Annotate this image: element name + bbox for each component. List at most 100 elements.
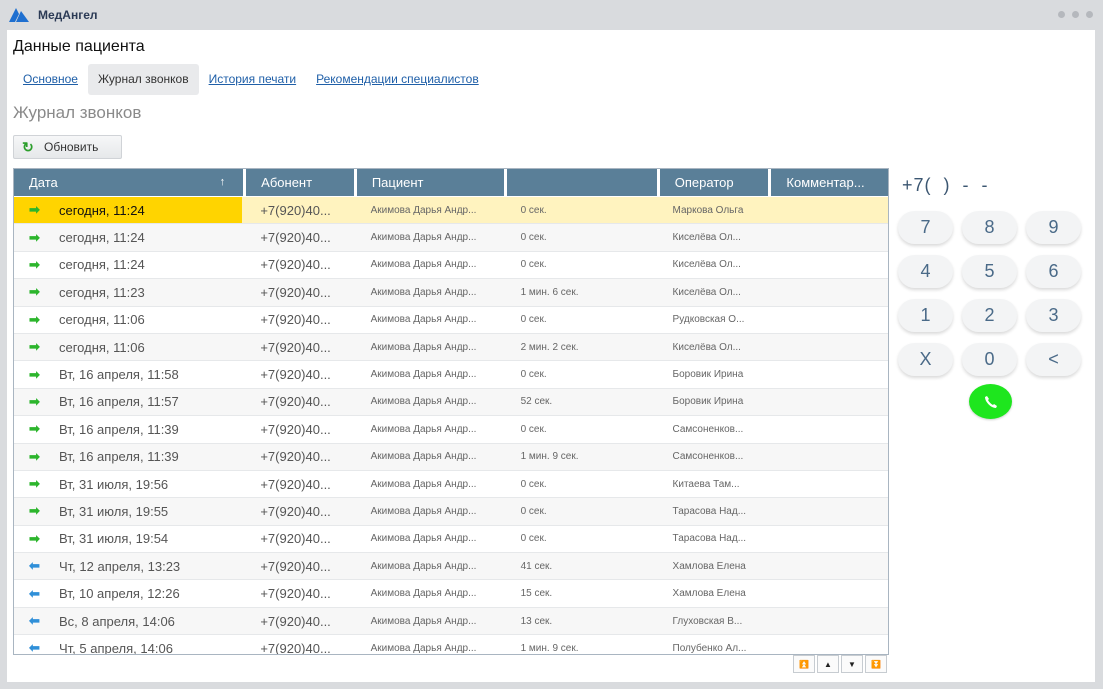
- outgoing-arrow-icon: ➡: [29, 202, 40, 218]
- table-row[interactable]: ⬅ Чт, 5 апреля, 14:06 +7(920)40... Акимова …: [14, 635, 888, 654]
- outgoing-arrow-icon: ➡: [29, 284, 40, 300]
- duration-cell: 0 сек.: [520, 423, 547, 435]
- operator-cell: Киселёва Ол...: [672, 232, 741, 244]
- tab-specialist-recommendations[interactable]: Рекомендации специалистов: [306, 64, 489, 95]
- keypad-key[interactable]: 6: [1026, 255, 1081, 288]
- operator-cell: Китаева Там...: [672, 478, 740, 490]
- patient-cell: Акимова Дарья Андр...: [370, 588, 477, 600]
- subscriber-cell: +7(920)40...: [260, 202, 331, 218]
- outgoing-arrow-icon: ➡: [29, 448, 40, 464]
- operator-cell: Боровик Ирина: [672, 396, 744, 408]
- table-row[interactable]: ➡ Вт, 16 апреля, 11:39 +7(920)40... Акимова…: [14, 443, 888, 471]
- comment-cell: [769, 279, 885, 305]
- column-header-comment[interactable]: Комментар...: [771, 169, 888, 196]
- keypad-key[interactable]: 2: [962, 299, 1017, 332]
- table-row[interactable]: ➡ Вт, 31 июля, 19:56 +7(920)40... Акимова Д…: [14, 470, 888, 499]
- keypad-key[interactable]: 5: [962, 255, 1017, 288]
- duration-cell: 0 сек.: [520, 369, 547, 381]
- operator-cell: Полубенко Ал...: [672, 642, 747, 654]
- table-row[interactable]: ➡ Вт, 16 апреля, 11:39 +7(920)40... Акимова…: [14, 416, 888, 444]
- table-row[interactable]: ➡ сегодня, 11:24 +7(920)40... Акимова Дарья…: [14, 251, 888, 280]
- tab-call-log[interactable]: Журнал звонков: [87, 64, 199, 95]
- operator-cell: Рудковская О...: [672, 314, 745, 326]
- column-header-date[interactable]: Дата ↑: [14, 169, 244, 196]
- last-page-icon[interactable]: ⏬: [865, 655, 887, 673]
- patient-cell: Акимова Дарья Андр...: [370, 369, 477, 381]
- comment-cell: [769, 389, 885, 415]
- duration-cell: 0 сек.: [520, 505, 547, 517]
- column-header-patient[interactable]: Пациент: [356, 169, 505, 196]
- patient-cell: Акимова Дарья Андр...: [370, 615, 477, 627]
- subscriber-cell: +7(920)40...: [260, 586, 331, 602]
- duration-cell: 0 сек.: [520, 232, 547, 244]
- keypad-key[interactable]: 9: [1026, 211, 1081, 244]
- keypad-key[interactable]: 0: [962, 343, 1017, 376]
- app-name: МедАнгел: [38, 8, 98, 22]
- outgoing-arrow-icon: ➡: [29, 393, 40, 409]
- operator-cell: Самсоненков...: [672, 451, 744, 463]
- call-button[interactable]: [969, 384, 1012, 419]
- comment-cell: [769, 307, 885, 333]
- table-row[interactable]: ➡ сегодня, 11:23 +7(920)40... Акимова Дарья…: [14, 279, 888, 307]
- tab-main[interactable]: Основное: [13, 64, 88, 95]
- date-cell: ➡ Вт, 16 апреля, 11:39: [29, 421, 179, 437]
- app-logo-icon: [9, 8, 29, 22]
- outgoing-arrow-icon: ➡: [29, 229, 40, 245]
- window-dot-icon[interactable]: [1086, 11, 1093, 18]
- comment-cell: [769, 526, 885, 552]
- table-row[interactable]: ➡ сегодня, 11:24 +7(920)40... Акимова Дарья…: [14, 224, 888, 252]
- duration-cell: 1 мин. 6 сек.: [520, 286, 579, 298]
- date-cell: ➡ Вт, 16 апреля, 11:57: [29, 393, 179, 410]
- table-row[interactable]: ➡ Вт, 16 апреля, 11:58 +7(920)40... Акимова…: [14, 361, 888, 389]
- duration-cell: 0 сек.: [520, 314, 547, 326]
- subscriber-cell: +7(920)40...: [260, 284, 331, 300]
- patient-cell: Акимова Дарья Андр...: [370, 423, 477, 435]
- table-row[interactable]: ⬅ Вт, 10 апреля, 12:26 +7(920)40... Акимова…: [14, 580, 888, 608]
- refresh-button[interactable]: ↻ Обновить: [13, 135, 122, 159]
- patient-cell: Акимова Дарья Андр...: [370, 478, 477, 490]
- subscriber-cell: +7(920)40...: [260, 339, 331, 355]
- table-row[interactable]: ⬅ Чт, 12 апреля, 13:23 +7(920)40... Акимова…: [14, 553, 888, 581]
- subscriber-cell: +7(920)40...: [260, 257, 331, 273]
- window-dot-icon[interactable]: [1072, 11, 1079, 18]
- table-row[interactable]: ➡ Вт, 16 апреля, 11:57 +7(920)40... Акимова…: [14, 388, 888, 417]
- comment-cell: [769, 498, 885, 524]
- table-row[interactable]: ➡ сегодня, 11:24 +7(920)40... Акимова Дарья…: [14, 197, 888, 225]
- window-controls[interactable]: [1058, 11, 1093, 18]
- subscriber-cell: +7(920)40...: [260, 312, 331, 328]
- keypad-key[interactable]: 3: [1026, 299, 1081, 332]
- keypad-key[interactable]: 7: [898, 211, 953, 244]
- next-page-icon[interactable]: ▼: [841, 655, 863, 673]
- table-row[interactable]: ➡ Вт, 31 июля, 19:54 +7(920)40... Акимова Д…: [14, 525, 888, 554]
- table-row[interactable]: ➡ Вт, 31 июля, 19:55 +7(920)40... Акимова Д…: [14, 498, 888, 526]
- comment-cell: [769, 334, 885, 360]
- table-row[interactable]: ➡ сегодня, 11:06 +7(920)40... Акимова Дарья…: [14, 306, 888, 334]
- keypad-key[interactable]: 4: [898, 255, 953, 288]
- date-cell: ➡ сегодня, 11:23: [29, 284, 145, 300]
- window-dot-icon[interactable]: [1058, 11, 1065, 18]
- title-bar: МедАнгел: [0, 0, 1103, 30]
- tab-print-history[interactable]: История печати: [199, 64, 307, 95]
- operator-cell: Маркова Ольга: [672, 204, 744, 216]
- prev-page-icon[interactable]: ▲: [817, 655, 839, 673]
- column-header-subscriber[interactable]: Абонент: [246, 169, 354, 196]
- first-page-icon[interactable]: ⏫: [793, 655, 815, 673]
- subscriber-cell: +7(920)40...: [260, 503, 331, 519]
- table-row[interactable]: ➡ сегодня, 11:06 +7(920)40... Акимова Дарья…: [14, 333, 888, 362]
- operator-cell: Киселёва Ол...: [672, 286, 741, 298]
- table-row[interactable]: ⬅ Вс, 8 апреля, 14:06 +7(920)40... Акимова …: [14, 607, 888, 636]
- keypad-key[interactable]: <: [1026, 343, 1081, 376]
- comment-cell: [769, 416, 885, 442]
- keypad-key[interactable]: 8: [962, 211, 1017, 244]
- subscriber-cell: +7(920)40...: [260, 476, 331, 492]
- keypad-key[interactable]: X: [898, 343, 953, 376]
- outgoing-arrow-icon: ➡: [29, 311, 40, 327]
- column-header-duration[interactable]: [507, 169, 657, 196]
- keypad-key[interactable]: 1: [898, 299, 953, 332]
- column-header-operator[interactable]: Оператор: [659, 169, 769, 196]
- subscriber-cell: +7(920)40...: [260, 394, 331, 410]
- outgoing-arrow-icon: ➡: [29, 366, 40, 382]
- duration-cell: 13 сек.: [520, 615, 553, 627]
- duration-cell: 15 сек.: [520, 588, 553, 600]
- duration-cell: 41 сек.: [520, 560, 553, 572]
